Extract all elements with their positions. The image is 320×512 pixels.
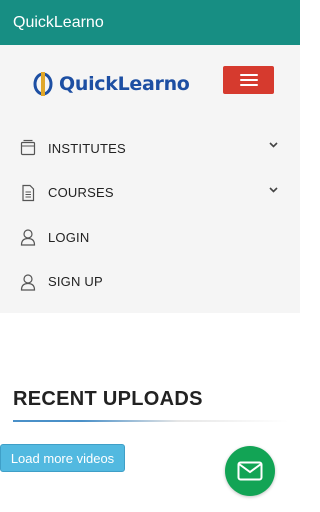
nav-panel: QuickLearno INSTITUTES COURSES LOGIN SIG… <box>0 45 300 313</box>
user-icon <box>20 229 36 246</box>
hamburger-bar <box>239 79 258 81</box>
chevron-down-icon[interactable] <box>269 186 278 193</box>
book-icon <box>20 140 36 156</box>
section-title: RECENT UPLOADS <box>13 388 203 410</box>
app-title: QuickLearno <box>13 13 104 31</box>
menu-item-label: SIGN UP <box>48 274 103 290</box>
brand-row: QuickLearno <box>0 63 300 103</box>
menu-item-label: COURSES <box>48 185 114 201</box>
load-more-videos-button[interactable]: Load more videos <box>0 444 125 472</box>
logo-text: QuickLearno <box>59 73 190 95</box>
menu-item-sign-up[interactable]: SIGN UP <box>0 260 300 305</box>
app-bar: QuickLearno <box>0 0 300 45</box>
contact-fab-button[interactable] <box>225 446 275 496</box>
logo-mark-icon <box>33 72 53 96</box>
menu-item-label: LOGIN <box>48 229 90 245</box>
nav-menu: INSTITUTES COURSES LOGIN SIGN UP <box>0 126 300 304</box>
menu-item-institutes[interactable]: INSTITUTES <box>0 126 300 171</box>
menu-item-courses[interactable]: COURSES <box>0 171 300 216</box>
document-icon <box>22 184 35 201</box>
user-icon <box>20 274 36 291</box>
hamburger-menu-button[interactable] <box>223 66 274 94</box>
menu-item-label: INSTITUTES <box>48 140 126 156</box>
hamburger-bar <box>239 84 258 86</box>
mail-icon <box>237 461 263 481</box>
menu-item-login[interactable]: LOGIN <box>0 215 300 260</box>
site-logo[interactable]: QuickLearno <box>30 70 190 98</box>
chevron-down-icon[interactable] <box>269 142 278 148</box>
hamburger-bar <box>239 74 258 76</box>
section-divider <box>13 420 288 422</box>
